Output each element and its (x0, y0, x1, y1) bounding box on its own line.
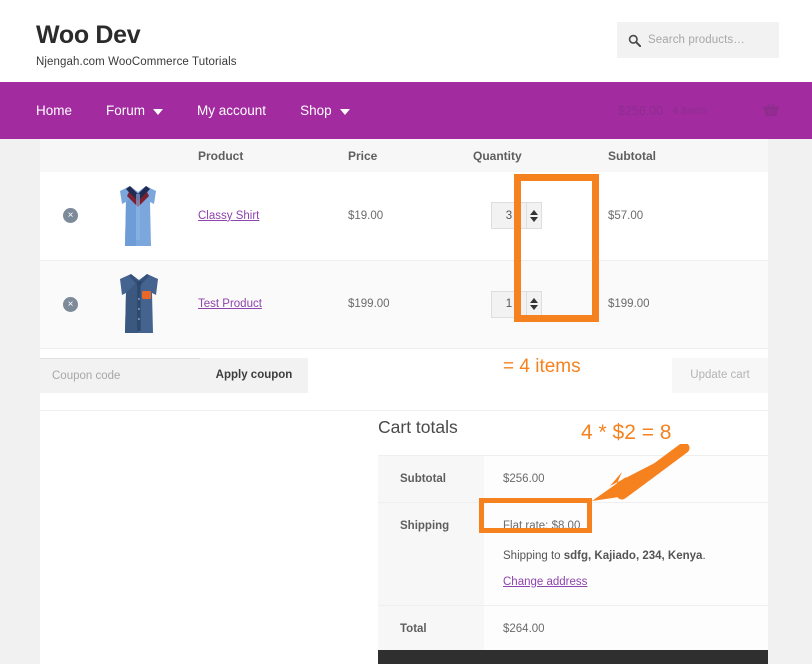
chevron-down-icon (153, 108, 164, 115)
nav-item-label: Forum (106, 103, 146, 118)
main-navigation: Home Forum My account Shop $256.00 4 ite… (0, 82, 812, 139)
total-label: Total (378, 605, 484, 653)
shipping-to-suffix: . (702, 550, 706, 562)
cart-table-head: Product Price Quantity Subtotal (40, 139, 768, 172)
cell-remove: × (40, 172, 108, 261)
remove-item-button[interactable]: × (63, 208, 78, 224)
product-link[interactable]: Classy Shirt (198, 210, 259, 222)
quantity-spinner[interactable] (527, 290, 542, 318)
column-header-price: Price (348, 139, 473, 172)
cell-subtotal: $199.00 (608, 260, 768, 349)
cell-product-name: Test Product (198, 260, 348, 349)
shopping-basket-icon[interactable] (762, 102, 780, 118)
nav-item-label: Shop (300, 103, 332, 118)
site-title: Woo Dev (36, 21, 141, 49)
column-header-remove (40, 139, 108, 172)
cart-totals-table: Subtotal $256.00 Shipping Flat rate: $8.… (378, 455, 768, 653)
cell-quantity: 1 (473, 260, 608, 349)
cell-quantity: 3 (473, 172, 608, 261)
coupon-code-input[interactable]: Coupon code (40, 357, 200, 393)
math-annotation: 4 * $2 = 8 (581, 421, 672, 444)
cart-item-count: 4 items (672, 104, 708, 117)
cell-thumbnail (108, 260, 198, 349)
apply-coupon-button[interactable]: Apply coupon (200, 357, 308, 393)
proceed-to-checkout-button[interactable] (378, 650, 768, 664)
table-row: × Test Product $199.00 1 $199.00 (40, 260, 768, 349)
shipping-label: Shipping (378, 502, 484, 606)
coupon-row: Coupon code Apply coupon Update cart (40, 348, 768, 411)
subtotal-label: Subtotal (378, 455, 484, 503)
cart-summary[interactable]: $256.00 4 items (618, 82, 708, 139)
quantity-spinner[interactable] (527, 202, 542, 230)
column-header-quantity: Quantity (473, 139, 608, 172)
search-icon (628, 34, 641, 47)
cart-page: Woo Dev Njengah.com WooCommerce Tutorial… (0, 0, 812, 664)
cell-price: $199.00 (348, 260, 473, 349)
cart-items-table: Product Price Quantity Subtotal × Classy… (40, 139, 768, 349)
spinner-up-icon[interactable] (530, 298, 538, 303)
shipping-method: Flat rate: $8.00 (503, 520, 581, 532)
site-header: Woo Dev Njengah.com WooCommerce Tutorial… (0, 0, 812, 82)
quantity-input[interactable]: 1 (491, 290, 527, 318)
spinner-down-icon[interactable] (530, 216, 538, 222)
nav-item-forum[interactable]: Forum (89, 82, 180, 139)
nav-item-home[interactable]: Home (36, 82, 89, 139)
shipping-cell: Flat rate: $8.00 Shipping to sdfg, Kajia… (484, 502, 768, 606)
cell-thumbnail (108, 172, 198, 261)
cart-table-header-row: Product Price Quantity Subtotal (40, 139, 768, 172)
product-thumbnail-image[interactable] (116, 269, 162, 339)
quantity-stepper[interactable]: 3 (473, 202, 608, 230)
cart-amount: $256.00 (618, 103, 664, 118)
nav-item-my-account[interactable]: My account (180, 82, 283, 139)
search-placeholder: Search products… (648, 34, 745, 46)
spinner-down-icon[interactable] (530, 305, 538, 310)
totals-row-total: Total $264.00 (378, 605, 768, 653)
quantity-input[interactable]: 3 (491, 202, 527, 230)
items-annotation: = 4 items (503, 356, 581, 377)
shipping-destination: Shipping to sdfg, Kajiado, 234, Kenya. (503, 550, 768, 562)
change-address-link[interactable]: Change address (503, 576, 587, 588)
cell-product-name: Classy Shirt (198, 172, 348, 261)
cart-totals-section: Cart totals Subtotal $256.00 Shipping Fl… (378, 417, 768, 653)
nav-item-shop[interactable]: Shop (283, 82, 367, 139)
quantity-stepper[interactable]: 1 (473, 290, 608, 318)
cart-totals-heading: Cart totals (378, 417, 458, 437)
nav-item-label: Home (36, 103, 73, 118)
cell-price: $19.00 (348, 172, 473, 261)
cart-table-body: × Classy Shirt $19.00 3 $57.00 × Test Pr… (40, 172, 768, 349)
shipping-to-address: sdfg, Kajiado, 234, Kenya (563, 550, 703, 562)
column-header-subtotal: Subtotal (608, 139, 768, 172)
update-cart-button[interactable]: Update cart (672, 357, 768, 393)
site-branding[interactable]: Woo Dev Njengah.com WooCommerce Tutorial… (36, 21, 237, 68)
nav-links: Home Forum My account Shop (36, 82, 367, 139)
product-link[interactable]: Test Product (198, 298, 262, 310)
cell-remove: × (40, 260, 108, 349)
site-tagline: Njengah.com WooCommerce Tutorials (36, 55, 237, 68)
totals-row-shipping: Shipping Flat rate: $8.00 Shipping to sd… (378, 502, 768, 606)
product-thumbnail-image[interactable] (116, 180, 160, 252)
arrow-pointing-to-flat-rate (592, 444, 690, 501)
nav-item-label: My account (197, 103, 267, 118)
cart-content: Product Price Quantity Subtotal × Classy… (40, 139, 768, 664)
total-value: $264.00 (484, 605, 768, 653)
cell-subtotal: $57.00 (608, 172, 768, 261)
shipping-to-prefix: Shipping to (503, 550, 564, 562)
totals-row-subtotal: Subtotal $256.00 (378, 455, 768, 503)
remove-item-button[interactable]: × (63, 296, 78, 312)
table-row: × Classy Shirt $19.00 3 $57.00 (40, 172, 768, 261)
search-input[interactable]: Search products… (617, 22, 779, 58)
column-header-thumbnail (108, 139, 198, 172)
column-header-product: Product (198, 139, 348, 172)
spinner-up-icon[interactable] (530, 209, 538, 215)
chevron-down-icon (339, 108, 350, 115)
